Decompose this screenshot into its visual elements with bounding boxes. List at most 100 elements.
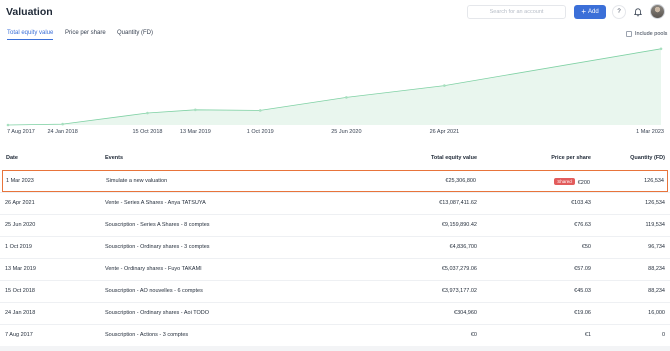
row-price-value: €1 [584, 332, 591, 338]
row-date: 13 Mar 2019 [5, 266, 36, 272]
row-price-per-share: €50 [582, 244, 591, 250]
row-quantity: 126,534 [644, 178, 664, 184]
x-tick-label: 7 Aug 2017 [7, 129, 35, 135]
row-date: 7 Aug 2017 [5, 332, 33, 338]
chart-point[interactable] [345, 96, 348, 99]
row-event: Souscription - Ordinary shares - 3 compt… [105, 244, 210, 250]
table-row[interactable]: 1 Mar 2023 Simulate a new valuation €25,30… [2, 170, 668, 192]
row-price-per-share: Shared €200 [554, 178, 590, 186]
row-quantity: 16,000 [648, 310, 665, 316]
include-pools-checkbox[interactable] [626, 30, 632, 37]
row-date: 15 Oct 2018 [5, 288, 35, 294]
row-date: 1 Oct 2019 [5, 244, 32, 250]
column-header-quantity[interactable]: Quantity (FD) [630, 155, 665, 161]
shared-badge: Shared [554, 178, 575, 185]
row-date: 24 Jan 2018 [5, 310, 36, 316]
row-event: Simulate a new valuation [106, 178, 168, 184]
row-total-equity-value: €9,159,890.42 [441, 222, 477, 228]
row-total-equity-value: €0 [470, 332, 477, 338]
table-row[interactable]: 7 Aug 2017 Souscription - Actions - 3 com… [0, 324, 670, 346]
row-date: 1 Mar 2023 [6, 178, 34, 184]
x-tick-label: 25 Jun 2020 [331, 129, 361, 135]
row-total-equity-value: €5,037,279.06 [441, 266, 477, 272]
plus-icon: + [581, 7, 586, 16]
add-button[interactable]: + Add [574, 5, 606, 19]
help-button[interactable]: ? [612, 5, 626, 19]
chart-point[interactable] [61, 122, 64, 126]
chart-point[interactable] [258, 109, 262, 112]
row-price-value: €200 [577, 180, 590, 186]
row-price-value: €103.43 [571, 200, 591, 206]
add-button-label: Add [587, 9, 599, 15]
tab-total-equity-value[interactable]: Total equity value [7, 27, 54, 40]
x-tick-label: 13 Mar 2019 [180, 129, 211, 135]
row-quantity: 88,234 [648, 288, 665, 294]
table-row[interactable]: 1 Oct 2019 Souscription - Ordinary shares… [0, 236, 670, 258]
tab-price-per-share[interactable]: Price per share [65, 27, 106, 40]
row-quantity: 0 [661, 332, 665, 338]
table-header: Date Events Total equity value Price per… [0, 150, 670, 170]
scroll-track [0, 346, 670, 351]
question-icon: ? [617, 9, 621, 15]
chart-point[interactable] [659, 47, 663, 51]
x-tick-label: 24 Jan 2018 [47, 129, 77, 135]
x-tick-label: 26 Apr 2021 [430, 129, 460, 135]
row-quantity: 119,534 [645, 222, 665, 228]
column-header-events[interactable]: Events [105, 155, 123, 161]
column-header-price-per-share[interactable]: Price per share [551, 155, 591, 161]
chart-point[interactable] [6, 123, 10, 127]
row-event: Souscription - Actions - 3 comptes [105, 332, 189, 338]
row-total-equity-value: €13,087,411.62 [439, 200, 477, 206]
tab-quantity-fd[interactable]: Quantity (FD) [117, 27, 153, 40]
chart-point[interactable] [146, 111, 149, 115]
include-pools-label: Include pools [635, 30, 668, 37]
table-row[interactable]: 26 Apr 2021 Vente - Series A Shares - Any… [0, 192, 670, 214]
table-row[interactable]: 15 Oct 2018 Souscription - AO nouvelles -… [0, 280, 670, 302]
column-header-total-equity-value[interactable]: Total equity value [431, 155, 477, 161]
row-total-equity-value: €25,306,800 [445, 178, 476, 184]
row-price-value: €57.09 [574, 266, 591, 272]
row-price-value: €50 [581, 244, 591, 250]
chart-area-fill [8, 48, 661, 125]
row-quantity: 96,734 [648, 244, 665, 250]
avatar[interactable] [650, 4, 665, 19]
search-input[interactable] [467, 5, 566, 19]
equity-value-chart: 7 Aug 2017 24 Jan 2018 15 Oct 2018 13 Mar 2… [6, 47, 664, 135]
row-price-per-share: €57.09 [574, 266, 591, 272]
table-row[interactable]: 25 Jun 2020 Souscription - Series A Share… [0, 214, 670, 236]
row-price-per-share: €76.63 [574, 222, 591, 228]
row-price-value: €19.06 [574, 310, 591, 316]
row-event: Souscription - AO nouvelles - 6 comptes [105, 288, 203, 294]
row-quantity: 88,234 [648, 266, 665, 272]
bell-icon [634, 7, 642, 16]
x-tick-label: 1 Mar 2023 [636, 129, 664, 135]
row-price-value: €45.03 [574, 288, 591, 294]
row-event: Souscription - Ordinary shares - Aoi TOD… [105, 310, 210, 316]
row-event: Souscription - Series A Shares - 8 compt… [105, 222, 210, 228]
row-price-per-share: €19.06 [574, 310, 591, 316]
header: Valuation + Add ? [0, 0, 670, 24]
notifications-button[interactable] [632, 5, 644, 19]
row-price-per-share: €103.43 [571, 200, 591, 206]
row-event: Vente - Ordinary shares - Fuyo TAKAMI [105, 266, 202, 272]
chart-point[interactable] [443, 84, 446, 87]
table-row[interactable]: 24 Jan 2018 Souscription - Ordinary share… [0, 302, 670, 324]
x-tick-label: 1 Oct 2019 [247, 129, 274, 135]
row-price-value: €76.63 [574, 222, 591, 228]
row-price-per-share: €1 [585, 332, 591, 338]
include-pools-toggle[interactable]: Include pools [626, 27, 667, 40]
page-title: Valuation [6, 6, 53, 18]
chart-x-ticks: 7 Aug 2017 24 Jan 2018 15 Oct 2018 13 Mar 2… [7, 129, 664, 135]
valuation-table: Date Events Total equity value Price per… [0, 150, 670, 346]
row-total-equity-value: €3,973,177.02 [441, 288, 477, 294]
table-row[interactable]: 13 Mar 2019 Vente - Ordinary shares - Fuy… [0, 258, 670, 280]
row-total-equity-value: €304,960 [454, 310, 477, 316]
chart-point[interactable] [194, 108, 197, 112]
row-date: 26 Apr 2021 [5, 200, 35, 206]
row-price-per-share: €45.03 [574, 288, 591, 294]
table-body: 1 Mar 2023 Simulate a new valuation €25,30… [0, 170, 670, 346]
x-tick-label: 15 Oct 2018 [132, 129, 162, 135]
tab-bar: Total equity value Price per share Quant… [0, 27, 670, 41]
column-header-date[interactable]: Date [6, 155, 18, 161]
row-date: 25 Jun 2020 [5, 222, 36, 228]
